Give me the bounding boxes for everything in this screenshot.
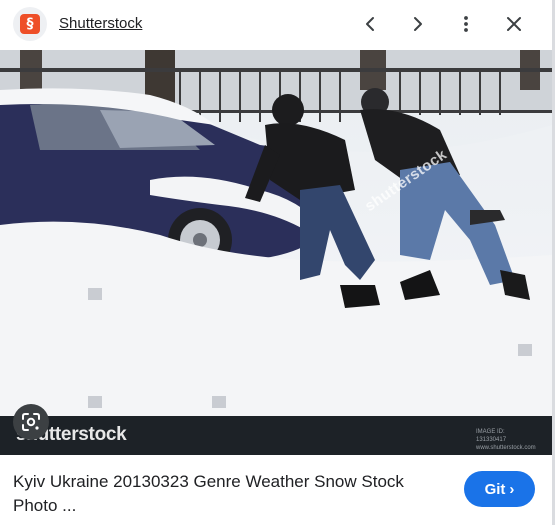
image-preview-panel: § Shutterstock shutterstock shutterstock… [0,0,555,525]
close-button[interactable] [498,9,530,39]
lens-search-icon [22,413,40,431]
preview-header: § Shutterstock [0,0,552,50]
visit-button[interactable]: Git › [464,471,535,507]
snow-scene-photo [0,50,552,455]
more-options-button[interactable] [450,9,482,39]
chevron-left-icon [366,17,374,31]
image-caption[interactable]: Kyiv Ukraine 20130323 Genre Weather Snow… [13,470,443,518]
shutterstock-logo-icon: § [20,14,40,34]
previous-button[interactable] [354,9,386,39]
close-icon [507,17,521,31]
next-button[interactable] [402,9,434,39]
more-vert-icon [464,16,468,32]
chevron-right-icon: › [509,480,515,498]
visit-button-label: Git [484,480,506,498]
preview-image[interactable]: shutterstock shutterstock IMAGE ID: 1313… [0,50,552,455]
site-name-link[interactable]: Shutterstock [59,15,142,32]
watermark-image-id: IMAGE ID: 131330417 www.shutterstock.com [476,429,536,451]
chevron-right-icon [414,17,422,31]
lens-search-button[interactable] [13,404,49,440]
site-favicon[interactable]: § [13,7,47,41]
watermark-bar: shutterstock IMAGE ID: 131330417 www.shu… [0,416,552,455]
